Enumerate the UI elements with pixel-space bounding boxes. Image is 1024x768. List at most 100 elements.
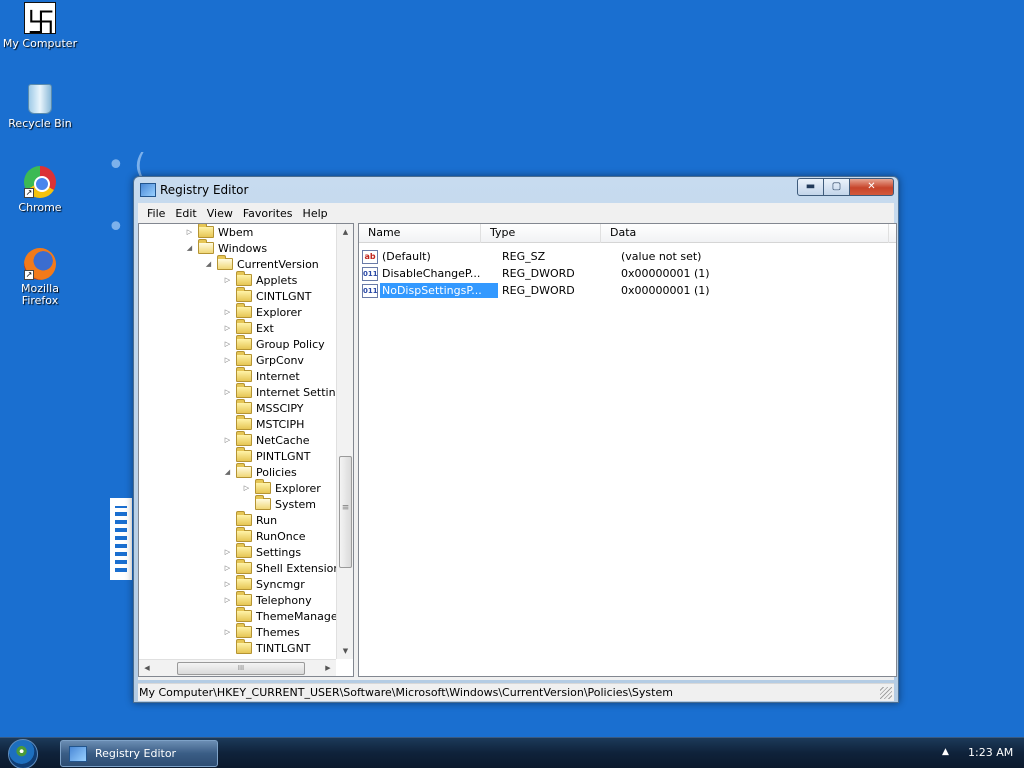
expand-arrow-icon[interactable]: ▷ bbox=[223, 276, 232, 285]
expand-arrow-icon[interactable] bbox=[223, 404, 232, 413]
maximize-button[interactable]: ▢ bbox=[823, 178, 850, 196]
tree-node-label: Wbem bbox=[218, 225, 254, 239]
tree-node[interactable]: ▷ Group Policy bbox=[223, 335, 325, 352]
desktop-icon-my-computer[interactable]: My Computer bbox=[0, 1, 80, 50]
tree-node[interactable]: ▷ Settings bbox=[223, 543, 301, 560]
tree-node[interactable]: ◢ Windows bbox=[185, 239, 268, 256]
expand-arrow-icon[interactable] bbox=[223, 372, 232, 381]
expand-arrow-icon[interactable]: ▷ bbox=[223, 596, 232, 605]
tree-node-label: Ext bbox=[256, 321, 274, 335]
menu-file[interactable]: File bbox=[142, 207, 170, 220]
expand-arrow-icon[interactable]: ▷ bbox=[223, 564, 232, 573]
tree-node[interactable]: System bbox=[242, 495, 316, 512]
tree-node[interactable]: ▷ GrpConv bbox=[223, 351, 304, 368]
tree-node-label: Shell Extensions bbox=[256, 561, 347, 575]
expand-arrow-icon[interactable] bbox=[223, 612, 232, 621]
value-row[interactable]: ab (Default) REG_SZ (value not set) bbox=[362, 248, 878, 265]
tree-node[interactable]: MSSCIPY bbox=[223, 399, 304, 416]
thumb-grip: ≡ bbox=[341, 503, 350, 513]
scroll-right-button[interactable]: ▶ bbox=[320, 660, 336, 676]
collapse-arrow-icon[interactable] bbox=[242, 500, 251, 509]
scroll-down-button[interactable]: ▼ bbox=[337, 643, 353, 659]
expand-arrow-icon[interactable]: ▷ bbox=[223, 308, 232, 317]
start-button[interactable] bbox=[8, 739, 38, 768]
tree-node[interactable]: MSTCIPH bbox=[223, 415, 304, 432]
expand-arrow-icon[interactable] bbox=[223, 644, 232, 653]
title-bar[interactable]: Registry Editor ▬ ▢ ✕ bbox=[134, 177, 898, 203]
tree-node[interactable]: ▷ Wbem bbox=[185, 224, 253, 240]
tree-node[interactable]: ▷ Applets bbox=[223, 271, 297, 288]
tree-node-label: Explorer bbox=[275, 481, 321, 495]
desktop-icon-firefox[interactable]: ↗ Mozilla Firefox bbox=[0, 248, 80, 307]
value-row-selected[interactable]: 011 NoDispSettingsP... REG_DWORD 0x00000… bbox=[362, 282, 878, 299]
menu-favorites[interactable]: Favorites bbox=[238, 207, 298, 220]
desktop-icon-recycle-bin[interactable]: Recycle Bin bbox=[0, 84, 80, 130]
expand-arrow-icon[interactable] bbox=[223, 292, 232, 301]
tree-node-label: Run bbox=[256, 513, 278, 527]
tree-node[interactable]: ▷ Explorer bbox=[223, 303, 302, 320]
menu-view[interactable]: View bbox=[202, 207, 238, 220]
folder-icon bbox=[236, 383, 252, 398]
menu-help[interactable]: Help bbox=[298, 207, 333, 220]
tree-node[interactable]: ▷ Internet Settings bbox=[223, 383, 348, 400]
tree-node-label: GrpConv bbox=[256, 353, 304, 367]
show-hidden-icons-button[interactable]: ▲ bbox=[942, 747, 949, 757]
tree-horizontal-scrollbar[interactable]: ◀ III ▶ bbox=[139, 659, 336, 676]
column-header-name[interactable]: Name bbox=[359, 224, 481, 243]
expand-arrow-icon[interactable]: ▷ bbox=[223, 340, 232, 349]
expand-arrow-icon[interactable]: ▷ bbox=[223, 628, 232, 637]
desktop-icon-chrome[interactable]: ↗ Chrome bbox=[0, 166, 80, 214]
expand-arrow-icon[interactable]: ▷ bbox=[223, 388, 232, 397]
tree-node[interactable]: ▷ Telephony bbox=[223, 591, 312, 608]
tree-node[interactable]: Internet bbox=[223, 367, 300, 384]
clock[interactable]: 1:23 AM bbox=[968, 746, 1013, 759]
taskbar-button-registry-editor[interactable]: Registry Editor bbox=[60, 740, 218, 767]
menu-edit[interactable]: Edit bbox=[170, 207, 201, 220]
expand-arrow-icon[interactable] bbox=[223, 532, 232, 541]
scroll-thumb[interactable]: ≡ bbox=[339, 456, 352, 568]
value-name: NoDispSettingsP... bbox=[380, 283, 498, 298]
tree-node[interactable]: RunOnce bbox=[223, 527, 306, 544]
window-controls: ▬ ▢ ✕ bbox=[797, 178, 894, 196]
collapse-arrow-icon[interactable]: ◢ bbox=[204, 260, 213, 269]
scroll-up-button[interactable]: ▲ bbox=[337, 224, 353, 240]
expand-arrow-icon[interactable] bbox=[223, 516, 232, 525]
tree-node-label: Windows bbox=[218, 241, 268, 255]
expand-arrow-icon[interactable] bbox=[223, 420, 232, 429]
tree-node[interactable]: TINTLGNT bbox=[223, 639, 311, 656]
tree-node[interactable]: ThemeManager bbox=[223, 607, 342, 624]
firefox-icon: ↗ bbox=[24, 248, 56, 280]
column-header-data[interactable]: Data bbox=[601, 224, 889, 243]
tree-node[interactable]: ◢ Policies bbox=[223, 463, 297, 480]
collapse-arrow-icon[interactable]: ◢ bbox=[185, 244, 194, 253]
expand-arrow-icon[interactable]: ▷ bbox=[223, 580, 232, 589]
folder-icon bbox=[236, 447, 252, 462]
expand-arrow-icon[interactable]: ▷ bbox=[242, 484, 251, 493]
close-button[interactable]: ✕ bbox=[849, 178, 894, 196]
tree-node[interactable]: ▷ Themes bbox=[223, 623, 300, 640]
expand-arrow-icon[interactable]: ▷ bbox=[223, 548, 232, 557]
scroll-thumb-horizontal[interactable]: III bbox=[177, 662, 305, 675]
value-row[interactable]: 011 DisableChangeP... REG_DWORD 0x000000… bbox=[362, 265, 878, 282]
tree-vertical-scrollbar[interactable]: ▲ ≡ ▼ bbox=[336, 224, 353, 659]
tree-node[interactable]: PINTLGNT bbox=[223, 447, 310, 464]
expand-arrow-icon[interactable]: ▷ bbox=[185, 228, 194, 237]
tree-node[interactable]: ◢ CurrentVersion bbox=[204, 255, 319, 272]
expand-arrow-icon[interactable] bbox=[223, 452, 232, 461]
minimize-button[interactable]: ▬ bbox=[797, 178, 824, 196]
tree-node[interactable]: ▷ Ext bbox=[223, 319, 274, 336]
tree-node[interactable]: ▷ Explorer bbox=[242, 479, 321, 496]
expand-arrow-icon[interactable]: ▷ bbox=[223, 324, 232, 333]
tree-node[interactable]: ▷ Shell Extensions bbox=[223, 559, 347, 576]
tree-node[interactable]: ▷ NetCache bbox=[223, 431, 310, 448]
resize-grip[interactable] bbox=[880, 687, 892, 699]
tree-node[interactable]: Run bbox=[223, 511, 278, 528]
collapse-arrow-icon[interactable]: ◢ bbox=[223, 468, 232, 477]
scroll-left-button[interactable]: ◀ bbox=[139, 660, 155, 676]
tree-node[interactable]: ▷ Syncmgr bbox=[223, 575, 305, 592]
column-header-type[interactable]: Type bbox=[481, 224, 601, 243]
tree-node[interactable]: CINTLGNT bbox=[223, 287, 311, 304]
expand-arrow-icon[interactable]: ▷ bbox=[223, 356, 232, 365]
recycle-bin-icon bbox=[28, 84, 52, 114]
expand-arrow-icon[interactable]: ▷ bbox=[223, 436, 232, 445]
